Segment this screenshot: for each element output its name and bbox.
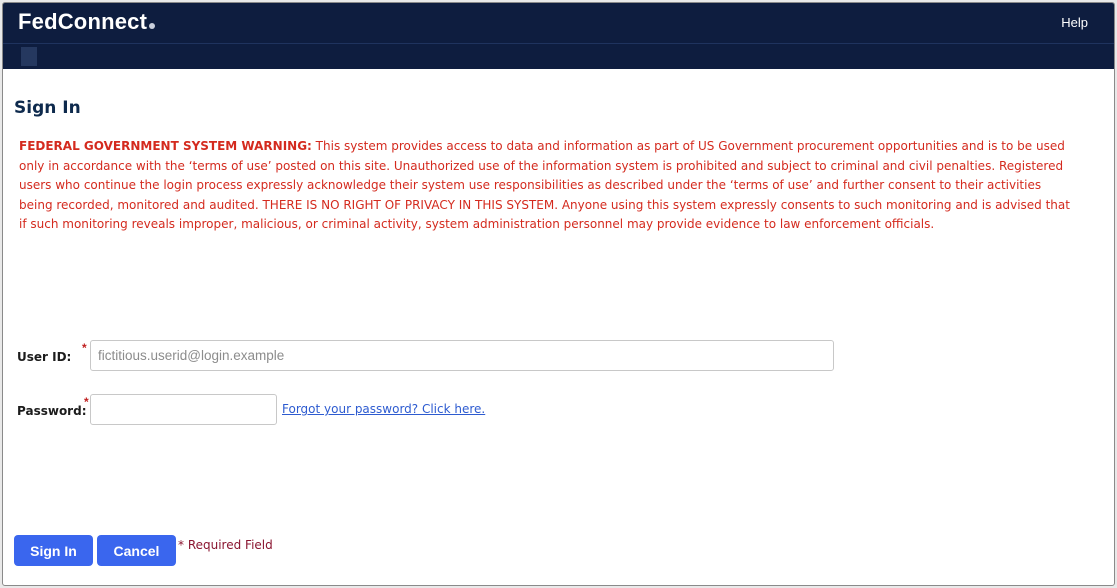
cancel-button[interactable]: Cancel — [97, 535, 176, 566]
password-label: Password: — [17, 404, 87, 418]
registered-mark-icon — [149, 23, 156, 29]
nav-tab-placeholder[interactable] — [21, 47, 37, 66]
forgot-password-link[interactable]: Forgot your password? Click here. — [282, 402, 485, 416]
system-warning-text: FEDERAL GOVERNMENT SYSTEM WARNING: This … — [19, 137, 1074, 235]
required-field-note: * Required Field — [178, 538, 273, 552]
header-divider — [3, 43, 1114, 44]
top-navigation-bar: FedConnect Help — [3, 3, 1114, 69]
userid-label: User ID: — [17, 350, 72, 364]
logo-text: FedConnect — [18, 9, 148, 34]
warning-label: FEDERAL GOVERNMENT SYSTEM WARNING: — [19, 139, 312, 153]
sign-in-button[interactable]: Sign In — [14, 535, 93, 566]
fedconnect-logo[interactable]: FedConnect — [18, 9, 156, 35]
page-title: Sign In — [14, 98, 81, 118]
userid-required-marker: * — [82, 341, 87, 355]
page-frame: FedConnect Help Sign In FEDERAL GOVERNME… — [2, 2, 1115, 586]
password-required-marker: * — [84, 395, 89, 409]
help-link[interactable]: Help — [1061, 15, 1088, 30]
userid-input[interactable] — [90, 340, 834, 371]
password-input[interactable] — [90, 394, 277, 425]
